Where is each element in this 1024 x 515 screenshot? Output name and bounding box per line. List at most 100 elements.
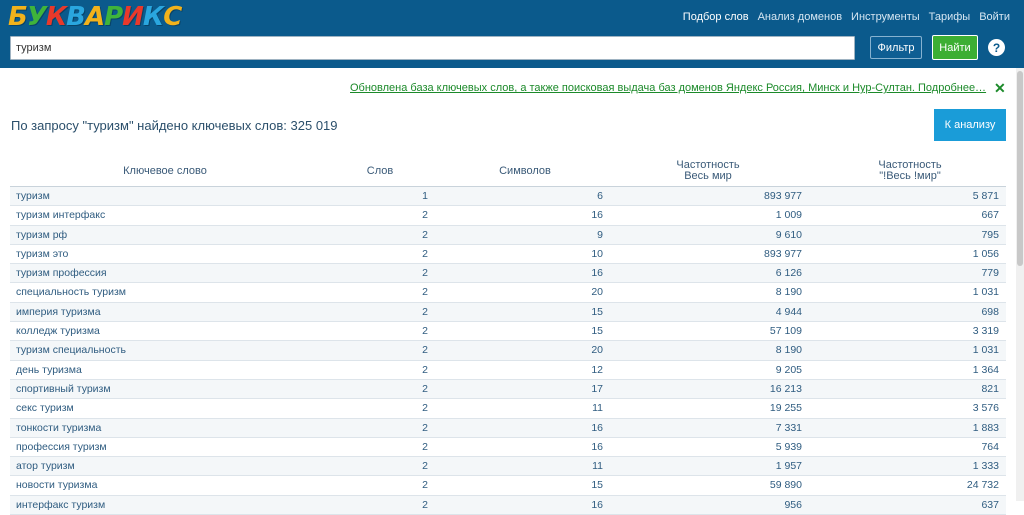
cell-keyword[interactable]: колледж туризма (16, 325, 100, 337)
cell-freq-exact: 3 319 (972, 325, 999, 338)
cell-keyword[interactable]: секс туризм (16, 402, 74, 414)
table-row[interactable]: спортивный туризм 2 17 16 213 821 (10, 379, 1006, 400)
cell-freq-exact: 698 (981, 305, 999, 318)
header-freq-exact-line2: "!Весь !мир" (879, 170, 941, 182)
logo-letter: К (45, 2, 67, 32)
nav-pricing[interactable]: Тарифы (929, 11, 971, 23)
table-row[interactable]: туризм это 2 10 893 977 1 056 (10, 245, 1006, 265)
cell-freq-exact: 1 031 (972, 286, 999, 299)
cell-words: 2 (422, 305, 428, 318)
cell-chars: 11 (592, 402, 603, 415)
table-header: Ключевое слово Слов Символов Частотность… (10, 158, 1006, 187)
scrollbar-thumb[interactable] (1017, 71, 1023, 266)
table-row[interactable]: секс туризм 2 11 19 255 3 576 (10, 399, 1006, 419)
cell-freq-exact: 795 (981, 228, 999, 241)
cell-freq-world: 8 190 (775, 344, 802, 357)
logo-letter: Б (8, 2, 28, 32)
logo-letter: У (26, 2, 47, 32)
cell-freq-exact: 1 364 (972, 363, 999, 376)
cell-keyword[interactable]: специальность туризм (16, 286, 126, 298)
header-freq-world-line2: Весь мир (684, 170, 732, 182)
table-row[interactable]: туризм рф 2 9 9 610 795 (10, 225, 1006, 245)
table-row[interactable]: специальность туризм 2 20 8 190 1 031 (10, 283, 1006, 303)
find-button[interactable]: Найти (932, 35, 978, 60)
table-row[interactable]: туризм интерфакс 2 16 1 009 667 (10, 206, 1006, 226)
table-row[interactable]: туризм 1 6 893 977 5 871 (10, 187, 1006, 207)
table-row[interactable]: профессия туризм 2 16 5 939 764 (10, 438, 1006, 458)
cell-freq-exact: 5 871 (972, 190, 999, 202)
cell-freq-world: 4 944 (775, 305, 802, 318)
to-analysis-button[interactable]: К анализу (934, 109, 1006, 141)
cell-words: 2 (422, 247, 428, 260)
close-icon[interactable]: ✕ (994, 80, 1006, 97)
cell-chars: 16 (591, 421, 603, 434)
table-row[interactable]: туризм специальность 2 20 8 190 1 031 (10, 341, 1006, 361)
cell-keyword[interactable]: день туризма (16, 364, 82, 376)
cell-freq-world: 893 977 (764, 247, 802, 260)
header-words[interactable]: Слов (355, 166, 405, 177)
cell-chars: 17 (591, 382, 603, 395)
cell-keyword[interactable]: новости туризма (16, 479, 97, 491)
cell-keyword[interactable]: туризм интерфакс (16, 209, 105, 221)
nav-login[interactable]: Войти (979, 11, 1010, 23)
cell-freq-world: 57 109 (769, 325, 802, 338)
search-input[interactable]: туризм (10, 36, 855, 60)
cell-chars: 16 (591, 267, 603, 280)
logo[interactable]: БУКВАРИКС (8, 2, 182, 32)
table-row[interactable]: империя туризма 2 15 4 944 698 (10, 302, 1006, 323)
cell-keyword[interactable]: спортивный туризм (16, 383, 111, 395)
cell-keyword[interactable]: туризм это (16, 248, 68, 260)
cell-freq-world: 9 205 (775, 363, 802, 376)
cell-keyword[interactable]: туризм рф (16, 229, 67, 241)
cell-freq-exact: 1 031 (972, 344, 999, 357)
cell-freq-world: 7 331 (775, 421, 802, 434)
cell-freq-world: 8 190 (775, 286, 802, 299)
nav-tools[interactable]: Инструменты (851, 11, 920, 23)
filter-button[interactable]: Фильтр (870, 36, 922, 59)
cell-words: 2 (422, 363, 428, 376)
cell-keyword[interactable]: туризм специальность (16, 344, 126, 356)
cell-words: 2 (422, 325, 428, 338)
table-row[interactable]: тонкости туризма 2 16 7 331 1 883 (10, 418, 1006, 438)
cell-freq-exact: 1 883 (972, 421, 999, 434)
update-notice-link[interactable]: Обновлена база ключевых слов, а также по… (350, 82, 986, 94)
table-row[interactable]: атор туризм 2 11 1 957 1 333 (10, 457, 1006, 477)
page-scrollbar[interactable] (1016, 68, 1024, 501)
cell-words: 2 (422, 460, 428, 473)
cell-words: 2 (422, 479, 428, 492)
cell-words: 2 (422, 421, 428, 434)
cell-keyword[interactable]: тонкости туризма (16, 422, 101, 434)
header-chars[interactable]: Символов (485, 166, 565, 177)
nav-word-selection[interactable]: Подбор слов (683, 11, 749, 23)
header-freq-world[interactable]: Частотность Весь мир (658, 160, 758, 182)
header-keyword[interactable]: Ключевое слово (90, 166, 240, 177)
cell-keyword[interactable]: атор туризм (16, 460, 75, 472)
cell-freq-exact: 779 (981, 267, 999, 280)
cell-keyword[interactable]: профессия туризм (16, 441, 107, 453)
cell-chars: 11 (592, 460, 603, 473)
table-row[interactable]: день туризма 2 12 9 205 1 364 (10, 361, 1006, 380)
cell-keyword[interactable]: туризм (16, 190, 50, 202)
cell-freq-exact: 667 (981, 209, 999, 222)
table-row[interactable]: колледж туризма 2 15 57 109 3 319 (10, 322, 1006, 342)
nav-domain-analysis[interactable]: Анализ доменов (758, 11, 842, 23)
cell-chars: 20 (591, 344, 603, 357)
logo-letter: К (142, 2, 164, 32)
table-row[interactable]: новости туризма 2 15 59 890 24 732 (10, 476, 1006, 496)
table-row[interactable]: интерфакс туризм 2 16 956 637 (10, 495, 1006, 515)
header-freq-exact[interactable]: Частотность "!Весь !мир" (855, 160, 965, 182)
cell-chars: 16 (591, 440, 603, 453)
cell-words: 2 (422, 286, 428, 299)
cell-freq-exact: 1 333 (972, 460, 999, 473)
table-row[interactable]: туризм профессия 2 16 6 126 779 (10, 264, 1006, 284)
cell-keyword[interactable]: туризм профессия (16, 267, 107, 279)
cell-freq-exact: 3 576 (972, 402, 999, 415)
cell-chars: 15 (591, 325, 603, 338)
cell-freq-world: 6 126 (775, 267, 802, 280)
cell-chars: 6 (597, 190, 603, 202)
keyword-table-body: туризм 1 6 893 977 5 871 туризм интерфакс 2 16 1… (10, 187, 1006, 515)
cell-keyword[interactable]: империя туризма (16, 306, 101, 318)
help-icon[interactable]: ? (988, 39, 1005, 56)
cell-freq-exact: 821 (981, 382, 999, 395)
logo-letter: И (122, 2, 144, 32)
